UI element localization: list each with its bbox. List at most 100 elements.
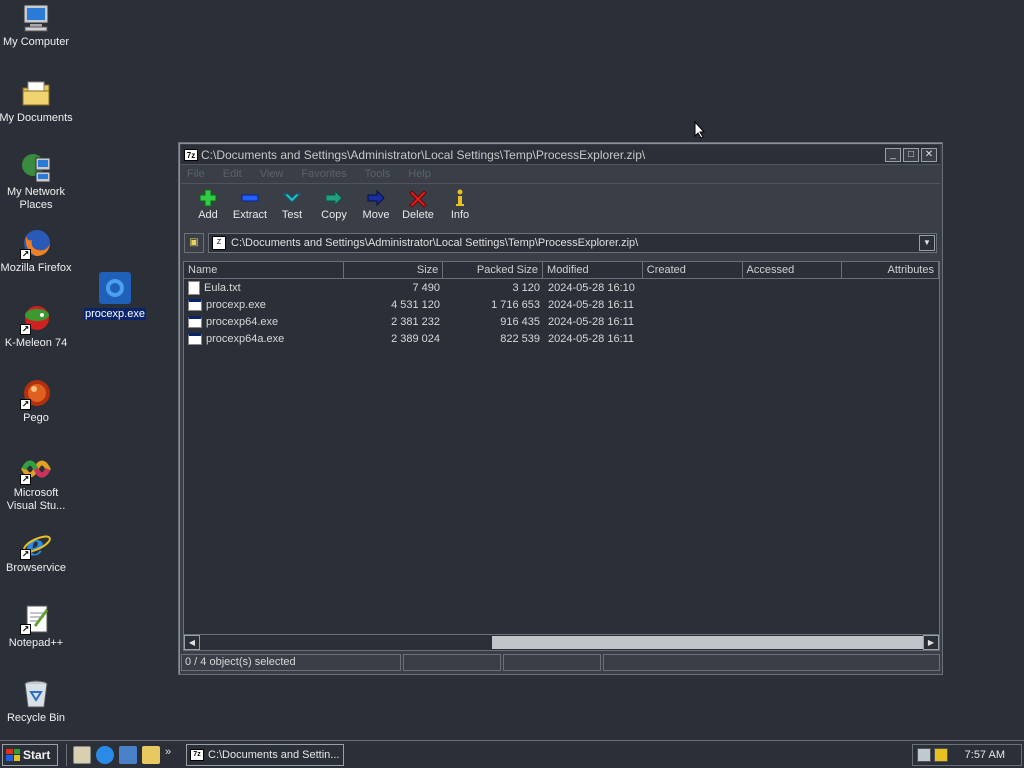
column-header-packed-size[interactable]: Packed Size	[443, 262, 544, 279]
clock[interactable]: 7:57 AM	[965, 749, 1005, 761]
menu-favorites[interactable]: Favorites	[301, 168, 346, 180]
desktop-icon-recycle-bin[interactable]: Recycle Bin	[0, 678, 74, 725]
column-header-accessed[interactable]: Accessed	[742, 262, 843, 279]
desktop-icon-my-computer[interactable]: My Computer	[0, 2, 74, 49]
test-icon	[282, 188, 302, 208]
desktop-icon-label: Mozilla Firefox	[0, 262, 72, 274]
desktop-icon-label: procexp.exe	[84, 308, 146, 320]
move-icon	[366, 188, 386, 208]
exe-file-icon	[188, 315, 202, 328]
desktop-icon-browservice[interactable]: e ↗ Browservice	[0, 528, 74, 575]
scroll-thumb[interactable]	[492, 636, 923, 649]
desktop-icon-kmeleon[interactable]: ↗ K-Meleon 74	[0, 303, 74, 350]
file-list-header: Name Size Packed Size Modified Created A…	[184, 262, 939, 279]
desktop-icon-pego[interactable]: ↗ Pego	[0, 378, 74, 425]
column-header-size[interactable]: Size	[343, 262, 444, 279]
minimize-button[interactable]: _	[885, 147, 901, 162]
table-row[interactable]: Eula.txt 7 490 3 120 2024-05-28 16:10	[184, 279, 939, 296]
outlook-icon[interactable]	[119, 745, 137, 764]
tray-app-icon[interactable]	[934, 747, 948, 762]
menu-help[interactable]: Help	[408, 168, 431, 180]
column-header-attributes[interactable]: Attributes	[842, 262, 939, 279]
taskbar: Start » 7z C:\Documents and Settin... 7:…	[0, 740, 1024, 768]
menu-view[interactable]: View	[260, 168, 284, 180]
column-header-modified[interactable]: Modified	[543, 262, 643, 279]
menu-edit[interactable]: Edit	[223, 168, 242, 180]
copy-icon	[324, 188, 344, 208]
status-bar: 0 / 4 object(s) selected	[181, 654, 940, 672]
delete-button[interactable]: Delete	[397, 184, 439, 221]
close-button[interactable]: ✕	[921, 147, 937, 162]
copy-button[interactable]: Copy	[313, 184, 355, 221]
network-icon	[20, 152, 52, 184]
file-size: 7 490	[412, 281, 440, 294]
exe-file-icon	[188, 332, 202, 345]
column-header-created[interactable]: Created	[642, 262, 743, 279]
computer-icon	[20, 2, 52, 34]
chevron-down-icon[interactable]: ▼	[919, 235, 935, 251]
add-button[interactable]: Add	[187, 184, 229, 221]
taskbar-button-7zip[interactable]: 7z C:\Documents and Settin...	[186, 743, 344, 766]
add-icon	[198, 188, 218, 208]
status-panel	[503, 654, 601, 671]
visual-studio-icon: ↗	[20, 453, 52, 485]
desktop-icon-my-documents[interactable]: My Documents	[0, 78, 74, 125]
shortcut-arrow-icon: ↗	[20, 324, 31, 335]
status-panel	[603, 654, 940, 671]
scroll-track[interactable]	[200, 635, 923, 650]
window-titlebar[interactable]: 7z C:\Documents and Settings\Administrat…	[181, 145, 940, 165]
menu-tools[interactable]: Tools	[365, 168, 391, 180]
status-panel	[403, 654, 501, 671]
desktop-icon-firefox[interactable]: ↗ Mozilla Firefox	[0, 228, 74, 275]
start-button[interactable]: Start	[2, 743, 58, 766]
test-label: Test	[281, 209, 303, 221]
menu-file[interactable]: File	[187, 168, 205, 180]
file-packed-size: 916 435	[500, 315, 540, 328]
desktop-icon-visual-studio[interactable]: ↗ Microsoft Visual Stu...	[0, 453, 74, 513]
desktop-icon-notepadpp[interactable]: ↗ Notepad++	[0, 603, 74, 650]
ie-icon: e ↗	[20, 528, 52, 562]
7zip-window: 7z C:\Documents and Settings\Administrat…	[178, 142, 943, 675]
desktop-icon-network[interactable]: My Network Places	[0, 152, 74, 212]
start-label: Start	[23, 747, 51, 762]
delete-icon	[408, 188, 428, 208]
desktop-icon-label: Browservice	[6, 562, 66, 574]
file-list[interactable]: Name Size Packed Size Modified Created A…	[183, 261, 940, 651]
move-button[interactable]: Move	[355, 184, 397, 221]
column-header-name[interactable]: Name	[184, 262, 344, 279]
address-bar: ▣ Z C:\Documents and Settings\Administra…	[181, 231, 940, 255]
address-combo[interactable]: Z C:\Documents and Settings\Administrato…	[208, 233, 937, 253]
quick-launch: »	[66, 743, 180, 766]
scroll-right-icon[interactable]: ▶	[923, 635, 939, 650]
horizontal-scrollbar[interactable]: ◀ ▶	[184, 634, 939, 650]
file-packed-size: 3 120	[512, 281, 540, 294]
exe-file-icon	[188, 298, 202, 311]
network-tray-icon[interactable]	[917, 747, 931, 762]
file-modified: 2024-05-28 16:10	[548, 281, 635, 294]
shortcut-arrow-icon: ↗	[20, 549, 31, 560]
file-name: procexp64a.exe	[206, 332, 285, 345]
table-row[interactable]: procexp64.exe 2 381 232 916 435 2024-05-…	[184, 313, 939, 330]
taskbar-button-label: C:\Documents and Settin...	[208, 748, 340, 761]
table-row[interactable]: procexp.exe 4 531 120 1 716 653 2024-05-…	[184, 296, 939, 313]
desktop-icon-label: My Network Places	[6, 186, 66, 211]
add-label: Add	[198, 209, 218, 221]
desktop-icon-procexp[interactable]: procexp.exe	[84, 272, 146, 320]
info-button[interactable]: Info	[439, 184, 481, 221]
file-packed-size: 822 539	[500, 332, 540, 345]
scroll-left-icon[interactable]: ◀	[184, 635, 200, 650]
ie-icon[interactable]	[96, 745, 114, 764]
zip-file-icon: Z	[212, 236, 226, 250]
extract-label: Extract	[232, 209, 268, 221]
quicklaunch-more-button[interactable]: »	[165, 746, 175, 764]
explorer-icon[interactable]	[142, 745, 160, 764]
test-button[interactable]: Test	[271, 184, 313, 221]
table-row[interactable]: procexp64a.exe 2 389 024 822 539 2024-05…	[184, 330, 939, 347]
maximize-button[interactable]: □	[903, 147, 919, 162]
show-desktop-icon[interactable]	[73, 745, 91, 764]
desktop-icon-label: Microsoft Visual Stu...	[6, 487, 66, 512]
menu-bar: File Edit View Favorites Tools Help	[181, 165, 940, 183]
delete-label: Delete	[402, 209, 434, 221]
extract-button[interactable]: Extract	[229, 184, 271, 221]
folder-up-icon[interactable]: ▣	[184, 233, 204, 253]
